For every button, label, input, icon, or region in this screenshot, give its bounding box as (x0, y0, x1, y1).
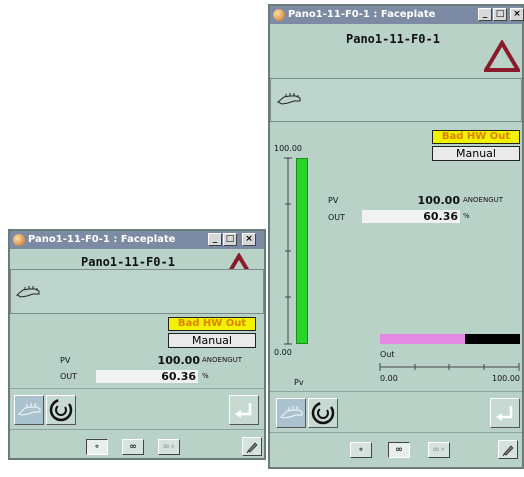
pv-level-bar (296, 158, 308, 344)
hand-icon (277, 93, 301, 105)
large-bottom-separator (270, 432, 522, 433)
small-faceplate-window: Pano1-11-F0-1 : Faceplate _ □ × Pano1-11… (8, 229, 266, 460)
small-out-label: OUT (60, 372, 78, 381)
hand-icon (16, 286, 40, 298)
small-window-title: Pano1-11-F0-1 : Faceplate (28, 234, 176, 245)
large-pv-unit: ANOENGUT (463, 196, 504, 204)
view-medium-button[interactable]: ∞ (388, 442, 410, 458)
small-tag-name: Pano1-11-F0-1 (81, 255, 175, 269)
large-out-value[interactable]: 60.36 (362, 210, 460, 223)
enter-button[interactable] (229, 395, 259, 425)
pin-button[interactable] (242, 437, 262, 456)
small-out-unit: % (202, 372, 209, 380)
large-faceplate-window: Pano1-11-F0-1 : Faceplate _ □ × Pano1-11… (268, 4, 524, 469)
alarm-triangle-icon[interactable] (484, 40, 520, 72)
small-bottom-separator (10, 429, 264, 430)
pv-bar-scale-top: 100.00 (274, 144, 302, 153)
large-window-title: Pano1-11-F0-1 : Faceplate (288, 9, 436, 20)
pin-button[interactable] (498, 440, 518, 459)
enter-icon (496, 406, 513, 421)
small-mode-label[interactable]: Manual (168, 333, 256, 348)
large-separator (270, 391, 522, 392)
large-mode-label[interactable]: Manual (432, 146, 520, 161)
small-status-badge: Bad HW Out (168, 317, 256, 331)
minimize-button[interactable]: _ (478, 8, 492, 21)
small-separator (10, 388, 264, 389)
small-pv-label: PV (60, 356, 71, 365)
manual-hand-button[interactable] (14, 395, 44, 425)
large-pv-label: PV (328, 196, 339, 205)
view-small-button[interactable]: ∘ (86, 439, 108, 455)
large-out-unit: % (463, 212, 470, 220)
small-pv-unit: ANOENGUT (202, 356, 243, 364)
enter-button[interactable] (490, 398, 520, 428)
minimize-button[interactable]: _ (208, 233, 222, 246)
swirl-icon (49, 398, 73, 422)
view-medium-button[interactable]: ∞ (122, 439, 144, 455)
maximize-button[interactable]: □ (223, 233, 237, 246)
small-hand-panel (10, 269, 264, 314)
swirl-button[interactable] (46, 395, 76, 425)
small-out-value[interactable]: 60.36 (96, 370, 198, 383)
small-pv-value: 100.00 (157, 354, 200, 367)
swirl-button[interactable] (308, 398, 338, 428)
pin-icon (502, 445, 514, 457)
pv-bar-frame (282, 156, 320, 346)
swirl-icon (311, 401, 335, 425)
out-bar-frame (380, 334, 520, 344)
view-large-button[interactable]: ∞∘ (158, 439, 180, 455)
large-tag-name: Pano1-11-F0-1 (346, 32, 440, 46)
view-small-button[interactable]: ∘ (350, 442, 372, 458)
manual-hand-button[interactable] (276, 398, 306, 428)
hand-disabled-icon (279, 406, 303, 419)
out-scale-min: 0.00 (380, 374, 398, 383)
out-scale-max: 100.00 (492, 374, 520, 383)
close-button[interactable]: × (242, 233, 256, 246)
close-button[interactable]: × (510, 8, 524, 21)
out-bar-ticks (379, 363, 520, 371)
large-out-label: OUT (328, 213, 346, 222)
large-pv-value: 100.00 (417, 194, 460, 207)
large-title-bar[interactable]: Pano1-11-F0-1 : Faceplate _ □ × (270, 6, 524, 24)
view-large-button[interactable]: ∞∘ (428, 442, 450, 458)
hand-disabled-icon (17, 403, 41, 416)
pv-bar-caption: Pv (294, 378, 304, 387)
maximize-button[interactable]: □ (493, 8, 507, 21)
enter-icon (235, 403, 252, 418)
large-status-badge: Bad HW Out (432, 130, 520, 144)
pv-bar-scale-bottom: 0.00 (274, 348, 292, 357)
small-title-bar[interactable]: Pano1-11-F0-1 : Faceplate _ □ × (10, 231, 264, 249)
out-bar-caption: Out (380, 350, 395, 359)
faceplate-app-icon (13, 234, 25, 246)
large-hand-panel (270, 78, 522, 122)
out-level-bar (380, 334, 465, 344)
pin-icon (246, 442, 258, 454)
faceplate-app-icon (273, 9, 285, 21)
